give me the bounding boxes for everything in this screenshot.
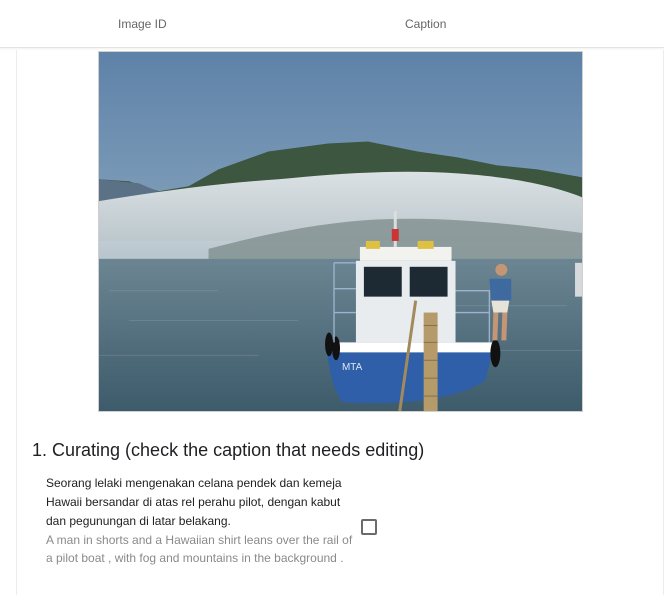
section-title: 1. Curating (check the caption that need…: [32, 440, 425, 460]
column-header-image-id: Image ID: [118, 17, 167, 31]
needs-editing-checkbox[interactable]: [361, 519, 377, 535]
column-header-caption: Caption: [405, 17, 447, 31]
table-header: Image ID Caption: [0, 0, 664, 48]
boat-hull-text: MTA: [342, 362, 363, 373]
boat-photo-illustration: MTA: [99, 52, 582, 411]
caption-indonesian: Seorang lelaki mengenakan celana pendek …: [46, 476, 342, 528]
caption-english: A man in shorts and a Hawaiian shirt lea…: [46, 533, 353, 565]
sample-photo: MTA: [98, 51, 583, 412]
